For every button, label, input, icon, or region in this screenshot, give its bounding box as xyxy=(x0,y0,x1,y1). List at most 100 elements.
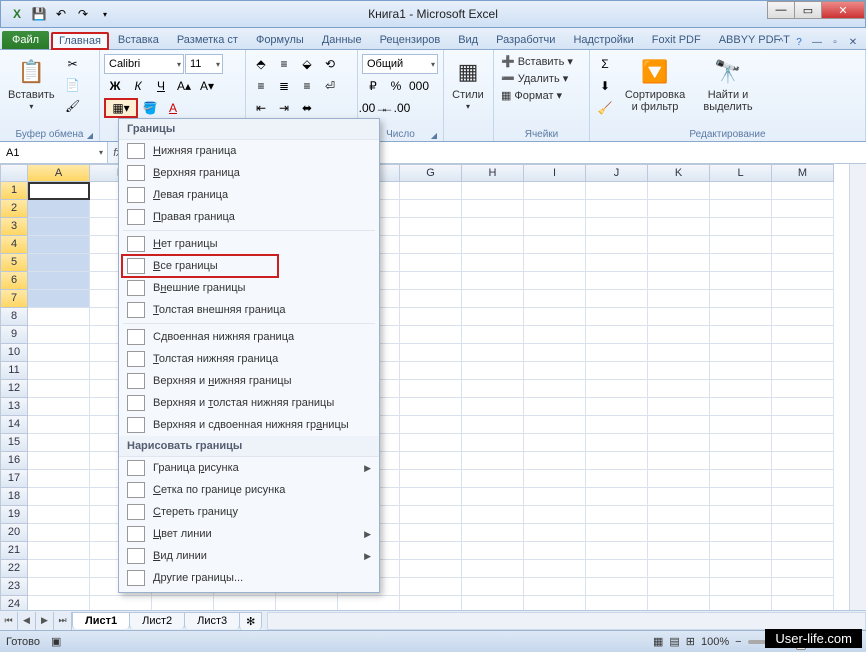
cell[interactable] xyxy=(462,506,524,524)
cell[interactable] xyxy=(524,308,586,326)
cell[interactable] xyxy=(710,290,772,308)
cell[interactable] xyxy=(462,398,524,416)
cell[interactable] xyxy=(462,326,524,344)
tab-developer[interactable]: Разработчи xyxy=(487,30,564,49)
menu-item[interactable]: Цвет линии▶ xyxy=(119,523,379,545)
cell[interactable] xyxy=(462,272,524,290)
row-header[interactable]: 6 xyxy=(0,272,28,290)
menu-item[interactable]: Нижняя граница xyxy=(119,140,379,162)
shrink-font-icon[interactable]: A▾ xyxy=(196,76,218,96)
cell[interactable] xyxy=(586,398,648,416)
menu-item[interactable]: Нет границы xyxy=(119,233,379,255)
cell[interactable] xyxy=(524,362,586,380)
cell[interactable] xyxy=(462,434,524,452)
row-header[interactable]: 14 xyxy=(0,416,28,434)
find-select-button[interactable]: 🔭 Найти и выделить xyxy=(694,54,762,115)
cell[interactable] xyxy=(772,362,834,380)
cell[interactable] xyxy=(462,200,524,218)
menu-item[interactable]: Верхняя и нижняя границы xyxy=(119,370,379,392)
menu-item[interactable]: Другие границы... xyxy=(119,567,379,589)
cut-icon[interactable]: ✂ xyxy=(62,54,84,74)
copy-icon[interactable]: 📄 xyxy=(62,75,84,95)
row-header[interactable]: 15 xyxy=(0,434,28,452)
currency-icon[interactable]: ₽ xyxy=(362,76,384,96)
cell[interactable] xyxy=(586,344,648,362)
insert-cells-button[interactable]: ➕Вставить ▾ xyxy=(498,54,576,69)
cell[interactable] xyxy=(772,416,834,434)
cell[interactable] xyxy=(28,308,90,326)
cell[interactable] xyxy=(28,578,90,596)
cell[interactable] xyxy=(524,434,586,452)
name-box[interactable]: A1 xyxy=(0,142,108,163)
grow-font-icon[interactable]: A▴ xyxy=(173,76,195,96)
delete-cells-button[interactable]: ➖Удалить ▾ xyxy=(498,71,571,86)
cell[interactable] xyxy=(524,398,586,416)
cell[interactable] xyxy=(772,488,834,506)
cell[interactable] xyxy=(710,200,772,218)
cell[interactable] xyxy=(710,254,772,272)
row-header[interactable]: 2 xyxy=(0,200,28,218)
cell[interactable] xyxy=(648,254,710,272)
cell[interactable] xyxy=(524,290,586,308)
cell[interactable] xyxy=(400,236,462,254)
cell[interactable] xyxy=(586,182,648,200)
cell[interactable] xyxy=(710,380,772,398)
row-header[interactable]: 1 xyxy=(0,182,28,200)
cell[interactable] xyxy=(710,578,772,596)
cell[interactable] xyxy=(586,488,648,506)
format-painter-icon[interactable]: 🖌 xyxy=(62,96,84,116)
doc-minimize-icon[interactable]: — xyxy=(810,35,824,49)
tab-foxit[interactable]: Foxit PDF xyxy=(643,30,710,49)
cell[interactable] xyxy=(648,344,710,362)
cell[interactable] xyxy=(648,452,710,470)
cell[interactable] xyxy=(586,506,648,524)
cell[interactable] xyxy=(462,344,524,362)
cell[interactable] xyxy=(710,560,772,578)
row-header[interactable]: 5 xyxy=(0,254,28,272)
cell[interactable] xyxy=(400,578,462,596)
cell[interactable] xyxy=(400,326,462,344)
cell[interactable] xyxy=(710,488,772,506)
cell[interactable] xyxy=(710,524,772,542)
sheet-nav-prev[interactable]: ◀ xyxy=(18,612,36,630)
cell[interactable] xyxy=(400,488,462,506)
cell[interactable] xyxy=(648,578,710,596)
cell[interactable] xyxy=(772,272,834,290)
sheet-tab-2[interactable]: Лист2 xyxy=(129,612,185,629)
column-header[interactable]: L xyxy=(710,164,772,182)
column-header[interactable]: G xyxy=(400,164,462,182)
italic-button[interactable]: К xyxy=(127,76,149,96)
column-header[interactable]: J xyxy=(586,164,648,182)
cell[interactable] xyxy=(524,344,586,362)
cell[interactable] xyxy=(400,290,462,308)
cell[interactable] xyxy=(28,182,90,200)
cell[interactable] xyxy=(462,470,524,488)
cell[interactable] xyxy=(524,542,586,560)
cell[interactable] xyxy=(400,542,462,560)
tab-page-layout[interactable]: Разметка ст xyxy=(168,30,247,49)
column-header[interactable]: H xyxy=(462,164,524,182)
cell[interactable] xyxy=(772,254,834,272)
font-name-combo[interactable]: Calibri xyxy=(104,54,184,74)
cell[interactable] xyxy=(710,398,772,416)
cell[interactable] xyxy=(524,182,586,200)
cell[interactable] xyxy=(400,218,462,236)
tab-formulas[interactable]: Формулы xyxy=(247,30,313,49)
align-bottom-icon[interactable]: ⬙ xyxy=(296,54,318,74)
doc-close-icon[interactable]: ✕ xyxy=(846,35,860,49)
align-center-icon[interactable]: ≣ xyxy=(273,76,295,96)
cell[interactable] xyxy=(524,470,586,488)
cell[interactable] xyxy=(586,218,648,236)
doc-restore-icon[interactable]: ▫ xyxy=(828,35,842,49)
cell[interactable] xyxy=(772,398,834,416)
cell[interactable] xyxy=(400,182,462,200)
orientation-icon[interactable]: ⟲ xyxy=(319,54,341,74)
cell[interactable] xyxy=(648,470,710,488)
cell[interactable] xyxy=(772,470,834,488)
cell[interactable] xyxy=(772,506,834,524)
cell[interactable] xyxy=(586,560,648,578)
minimize-ribbon-icon[interactable]: ^ xyxy=(774,35,788,49)
row-header[interactable]: 22 xyxy=(0,560,28,578)
cell[interactable] xyxy=(710,344,772,362)
cell[interactable] xyxy=(524,524,586,542)
